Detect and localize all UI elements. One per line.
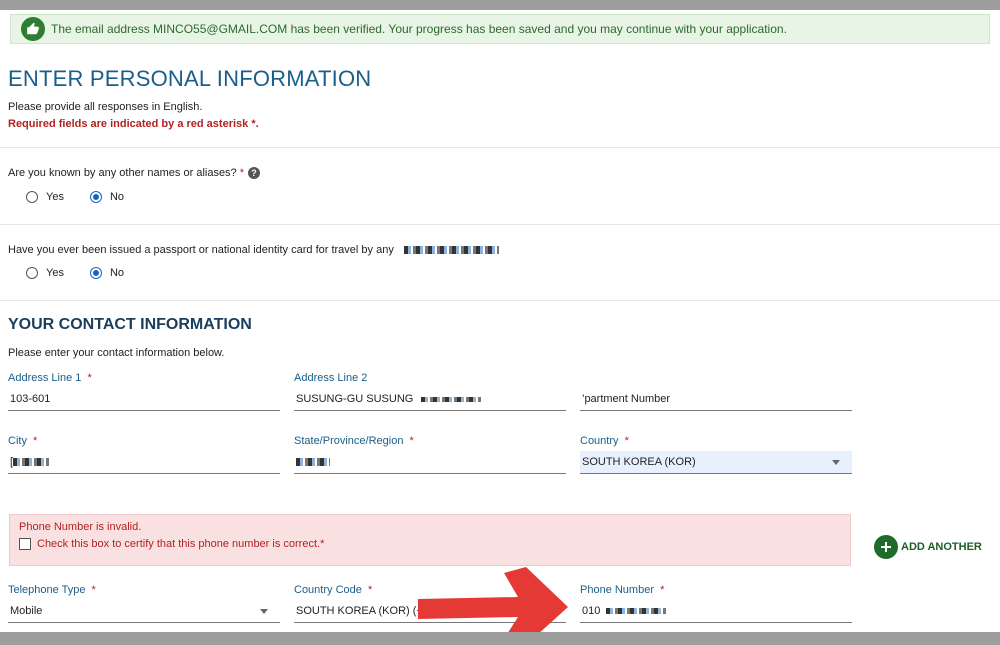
apartment-number-input[interactable]: ’partment Number (580, 388, 852, 411)
passport-yes-radio[interactable] (26, 267, 38, 279)
required-asterisk: * (239, 167, 244, 179)
telephone-type-label: Telephone Type * (8, 584, 96, 596)
plus-icon (874, 535, 898, 559)
chevron-down-icon (260, 608, 268, 614)
redacted-text (296, 458, 330, 466)
apartment-number-field[interactable]: ’partment Number (580, 372, 852, 411)
address-line-2-input[interactable]: SUSUNG-GU SUSUNG (294, 388, 566, 411)
divider (0, 147, 1000, 148)
address-line-2-label: Address Line 2 (294, 372, 368, 384)
phone-number-field[interactable]: Phone Number * 010 (580, 584, 852, 623)
contact-note: Please enter your contact information be… (8, 347, 225, 359)
thumbs-up-icon (21, 17, 45, 41)
passport-no-label[interactable]: No (110, 267, 124, 279)
redacted-text (606, 608, 667, 614)
phone-number-label: Phone Number * (580, 584, 665, 596)
aliases-no-radio[interactable] (89, 191, 102, 203)
country-label: Country * (580, 435, 629, 447)
application-page: The email address MINCO55@GMAIL.COM has … (0, 10, 1000, 632)
help-icon[interactable]: ? (247, 167, 260, 179)
language-note: Please provide all responses in English. (8, 101, 203, 113)
aliases-yes-radio[interactable] (26, 191, 38, 203)
passport-no-radio[interactable] (89, 267, 102, 279)
telephone-type-field[interactable]: Telephone Type * Mobile (8, 584, 280, 623)
page-title: ENTER PERSONAL INFORMATION (8, 66, 372, 91)
banner-message: The email address MINCO55@GMAIL.COM has … (51, 22, 787, 36)
address-line-2-field[interactable]: Address Line 2 SUSUNG-GU SUSUNG (294, 372, 566, 411)
country-field[interactable]: Country * SOUTH KOREA (KOR) (580, 435, 852, 474)
city-label: City * (8, 435, 38, 447)
divider (0, 300, 1000, 301)
required-note: Required fields are indicated by a red a… (8, 118, 259, 130)
aliases-no-label[interactable]: No (110, 191, 124, 203)
address-line-1-field[interactable]: Address Line 1 * 103-601 (8, 372, 280, 411)
city-field[interactable]: City * [ (8, 435, 280, 474)
city-input[interactable]: [ (8, 451, 280, 474)
phone-number-input[interactable]: 010 (580, 600, 852, 623)
passport-question-text: Have you ever been issued a passport or … (8, 244, 394, 256)
add-another-button[interactable]: ADD ANOTHER (874, 535, 982, 559)
passport-yes-label[interactable]: Yes (46, 267, 64, 279)
divider (0, 224, 1000, 225)
country-select[interactable]: SOUTH KOREA (KOR) (580, 451, 852, 474)
certify-phone-row[interactable]: Check this box to certify that this phon… (19, 538, 324, 550)
state-input[interactable] (294, 451, 566, 474)
annotation-arrow (418, 567, 568, 632)
email-verified-banner: The email address MINCO55@GMAIL.COM has … (10, 14, 990, 44)
aliases-question-text: Are you known by any other names or alia… (8, 167, 237, 179)
passport-radio-group: Yes No (26, 267, 150, 279)
passport-question: Have you ever been issued a passport or … (8, 244, 499, 256)
add-another-label[interactable]: ADD ANOTHER (901, 541, 982, 553)
phone-error-alert: Phone Number is invalid. Check this box … (9, 514, 851, 566)
phone-error-message: Phone Number is invalid. (19, 521, 142, 533)
contact-section-title: YOUR CONTACT INFORMATION (8, 316, 252, 333)
certify-phone-checkbox[interactable] (19, 538, 31, 550)
telephone-type-select[interactable]: Mobile (8, 600, 280, 623)
state-field[interactable]: State/Province/Region * (294, 435, 566, 474)
redacted-text (421, 396, 482, 402)
aliases-question: Are you known by any other names or alia… (8, 167, 260, 179)
aliases-yes-label[interactable]: Yes (46, 191, 64, 203)
address-line-1-input[interactable]: 103-601 (8, 388, 280, 411)
redacted-text (403, 246, 499, 254)
chevron-down-icon (832, 459, 840, 465)
address-line-1-label: Address Line 1 * (8, 372, 92, 384)
aliases-radio-group: Yes No (26, 191, 150, 203)
state-label: State/Province/Region * (294, 435, 414, 447)
certify-phone-label[interactable]: Check this box to certify that this phon… (37, 538, 324, 550)
redacted-text (13, 458, 50, 466)
